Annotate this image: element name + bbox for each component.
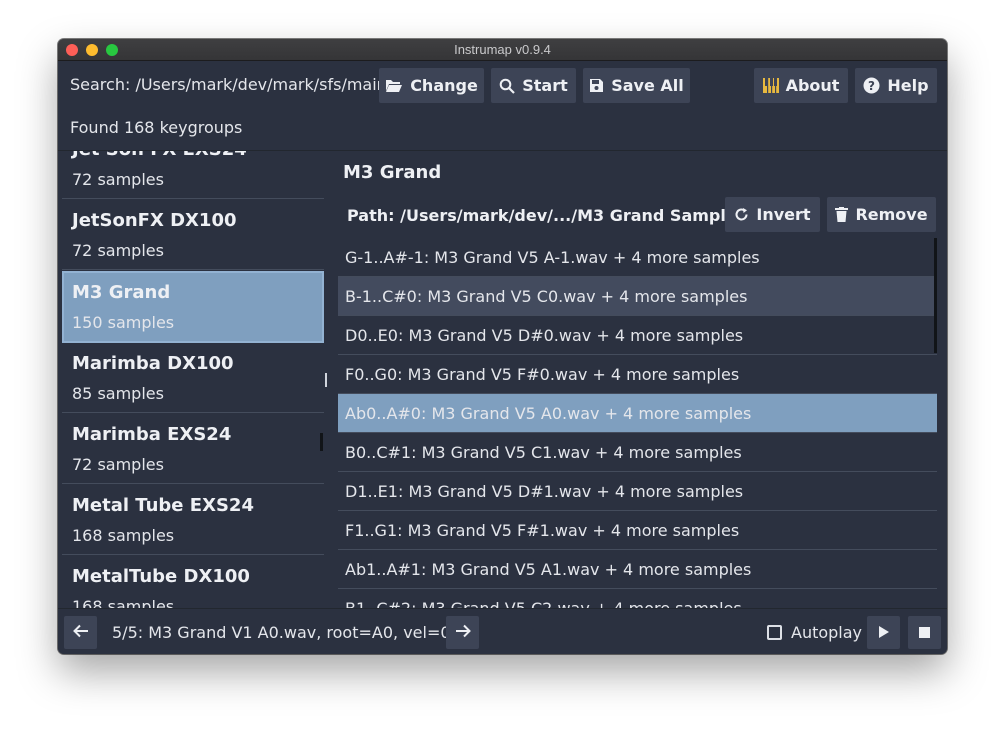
sample-row-label: D1..E1: M3 Grand V5 D#1.wav + 4 more sam… bbox=[345, 482, 744, 501]
keygroup-sample-count: 85 samples bbox=[72, 384, 164, 403]
sample-row-label: D0..E0: M3 Grand V5 D#0.wav + 4 more sam… bbox=[345, 326, 744, 345]
autoplay-checkbox[interactable] bbox=[767, 625, 782, 640]
keygroup-title: M3 Grand bbox=[343, 162, 442, 183]
folder-open-icon bbox=[385, 78, 403, 93]
start-button-label: Start bbox=[522, 76, 568, 95]
search-icon bbox=[499, 78, 516, 94]
svg-text:?: ? bbox=[868, 79, 875, 93]
found-count-label: Found 168 keygroups bbox=[70, 118, 243, 137]
stop-button[interactable] bbox=[908, 616, 941, 649]
toolbar: Search: /Users/mark/dev/mark/sfs/main Ch… bbox=[58, 61, 947, 113]
keygroup-name: Marimba DX100 bbox=[72, 353, 234, 374]
save-all-button[interactable]: Save All bbox=[583, 68, 690, 103]
sample-row[interactable]: D1..E1: M3 Grand V5 D#1.wav + 4 more sam… bbox=[338, 472, 937, 511]
keygroup-sample-count: 72 samples bbox=[72, 455, 164, 474]
keygroup-name: MetalTube DX100 bbox=[72, 566, 250, 587]
keygroup-item[interactable]: Jet Son FX EXS24 72 samples bbox=[62, 151, 324, 199]
save-all-button-label: Save All bbox=[611, 76, 684, 95]
sample-row-selected[interactable]: Ab0..A#0: M3 Grand V5 A0.wav + 4 more sa… bbox=[338, 394, 937, 433]
sample-row[interactable]: B1..C#2: M3 Grand V5 C2.wav + 4 more sam… bbox=[338, 589, 937, 608]
app-window: Instrumap v0.9.4 Search: /Users/mark/dev… bbox=[58, 39, 947, 654]
sample-row[interactable]: D0..E0: M3 Grand V5 D#0.wav + 4 more sam… bbox=[338, 316, 937, 355]
panel-splitter-handle[interactable] bbox=[325, 373, 327, 387]
about-button-label: About bbox=[785, 76, 840, 95]
help-button-label: Help bbox=[887, 76, 929, 95]
next-sample-button[interactable] bbox=[446, 616, 479, 649]
arrow-left-icon bbox=[72, 623, 89, 642]
sample-row[interactable]: Ab1..A#1: M3 Grand V5 A1.wav + 4 more sa… bbox=[338, 550, 937, 589]
sample-list-scrollbar[interactable] bbox=[934, 238, 937, 353]
piano-keys-icon bbox=[762, 78, 779, 93]
trash-icon bbox=[835, 207, 849, 222]
invert-button-label: Invert bbox=[756, 205, 811, 224]
keygroup-name: Marimba EXS24 bbox=[72, 424, 232, 445]
help-button[interactable]: ? Help bbox=[855, 68, 937, 103]
sample-row-label: G-1..A#-1: M3 Grand V5 A-1.wav + 4 more … bbox=[345, 248, 760, 267]
change-button[interactable]: Change bbox=[379, 68, 484, 103]
sample-row[interactable]: B0..C#1: M3 Grand V5 C1.wav + 4 more sam… bbox=[338, 433, 937, 472]
sample-row-label: F1..G1: M3 Grand V5 F#1.wav + 4 more sam… bbox=[345, 521, 740, 540]
sample-row[interactable]: G-1..A#-1: M3 Grand V5 A-1.wav + 4 more … bbox=[338, 238, 937, 277]
sample-row-label: Ab1..A#1: M3 Grand V5 A1.wav + 4 more sa… bbox=[345, 560, 752, 579]
about-button[interactable]: About bbox=[754, 68, 848, 103]
search-path-label: Search: /Users/mark/dev/mark/sfs/main bbox=[70, 75, 387, 94]
keygroup-sample-count: 168 samples bbox=[72, 597, 175, 608]
invert-button[interactable]: Invert bbox=[725, 197, 820, 232]
keygroup-name: M3 Grand bbox=[72, 282, 171, 303]
question-circle-icon: ? bbox=[863, 77, 880, 94]
keygroup-item[interactable]: Marimba EXS24 72 samples bbox=[62, 414, 324, 484]
keygroup-sample-count: 150 samples bbox=[72, 313, 175, 332]
keygroup-item[interactable]: JetSonFX DX100 72 samples bbox=[62, 200, 324, 270]
save-icon bbox=[589, 78, 604, 93]
keygroup-sample-count: 72 samples bbox=[72, 241, 164, 260]
keygroup-list-scrollbar[interactable] bbox=[320, 433, 323, 451]
sample-row-label: B-1..C#0: M3 Grand V5 C0.wav + 4 more sa… bbox=[345, 287, 748, 306]
sample-row-label: F0..G0: M3 Grand V5 F#0.wav + 4 more sam… bbox=[345, 365, 740, 384]
start-button[interactable]: Start bbox=[491, 68, 576, 103]
remove-button-label: Remove bbox=[855, 205, 928, 224]
sample-row[interactable]: F1..G1: M3 Grand V5 F#1.wav + 4 more sam… bbox=[338, 511, 937, 550]
current-sample-status: 5/5: M3 Grand V1 A0.wav, root=A0, vel=0-… bbox=[112, 623, 477, 642]
sample-row-label: B1..C#2: M3 Grand V5 C2.wav + 4 more sam… bbox=[345, 599, 742, 608]
keygroup-name: JetSonFX DX100 bbox=[72, 210, 237, 231]
sample-row-label: Ab0..A#0: M3 Grand V5 A0.wav + 4 more sa… bbox=[345, 404, 752, 423]
previous-sample-button[interactable] bbox=[64, 616, 97, 649]
sample-row[interactable]: F0..G0: M3 Grand V5 F#0.wav + 4 more sam… bbox=[338, 355, 937, 394]
keygroup-path: Path: /Users/mark/dev/.../M3 Grand Sampl… bbox=[347, 206, 747, 225]
keygroup-list[interactable]: Jet Son FX EXS24 72 samples JetSonFX DX1… bbox=[62, 151, 324, 608]
sample-row-hovered[interactable]: B-1..C#0: M3 Grand V5 C0.wav + 4 more sa… bbox=[338, 277, 937, 316]
keygroup-sample-count: 168 samples bbox=[72, 526, 175, 545]
keygroup-detail-panel: M3 Grand Path: /Users/mark/dev/.../M3 Gr… bbox=[336, 151, 947, 608]
keygroup-item-selected[interactable]: M3 Grand 150 samples bbox=[62, 271, 324, 343]
keygroup-name: Metal Tube EXS24 bbox=[72, 495, 254, 516]
change-button-label: Change bbox=[410, 76, 478, 95]
stop-icon bbox=[919, 623, 930, 642]
play-button[interactable] bbox=[867, 616, 900, 649]
refresh-icon bbox=[734, 207, 749, 222]
sample-list[interactable]: G-1..A#-1: M3 Grand V5 A-1.wav + 4 more … bbox=[338, 238, 937, 608]
keygroup-name: Jet Son FX EXS24 bbox=[72, 151, 247, 160]
footer-bar: 5/5: M3 Grand V1 A0.wav, root=A0, vel=0-… bbox=[58, 608, 947, 654]
keygroup-item[interactable]: MetalTube DX100 168 samples bbox=[62, 556, 324, 608]
keygroup-sample-count: 72 samples bbox=[72, 170, 164, 189]
sample-row-label: B0..C#1: M3 Grand V5 C1.wav + 4 more sam… bbox=[345, 443, 742, 462]
autoplay-label: Autoplay bbox=[791, 623, 863, 642]
remove-button[interactable]: Remove bbox=[827, 197, 936, 232]
play-icon bbox=[878, 623, 889, 642]
title-bar: Instrumap v0.9.4 bbox=[58, 39, 947, 61]
arrow-right-icon bbox=[455, 623, 471, 642]
window-title: Instrumap v0.9.4 bbox=[454, 42, 551, 57]
keygroup-item[interactable]: Marimba DX100 85 samples bbox=[62, 343, 324, 413]
keygroup-item[interactable]: Metal Tube EXS24 168 samples bbox=[62, 485, 324, 555]
